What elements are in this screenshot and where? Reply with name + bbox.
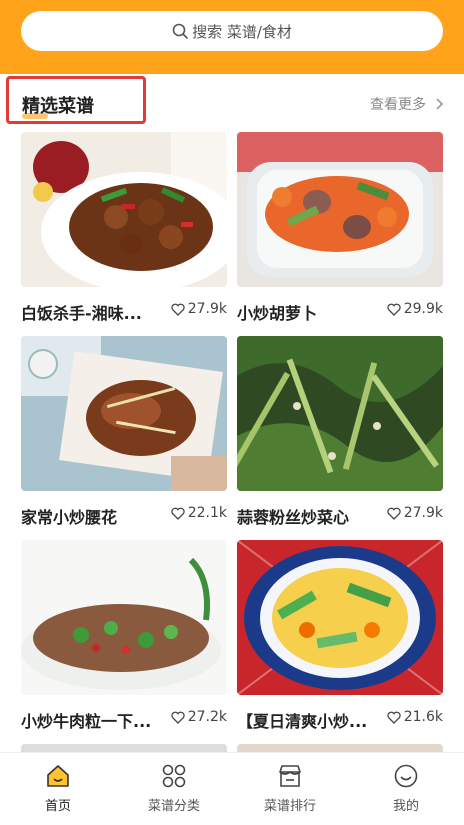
heart-icon bbox=[171, 711, 185, 724]
recipe-title: 小炒牛肉粒一下... bbox=[21, 712, 152, 731]
recipe-card[interactable]: 小炒牛肉粒一下... 27.2k bbox=[21, 540, 227, 731]
recipe-image-partial bbox=[21, 744, 227, 752]
top-bar: 搜索 菜谱/食材 bbox=[0, 0, 464, 74]
recipe-image bbox=[237, 132, 443, 287]
recipe-title: 小炒胡萝卜 bbox=[237, 304, 318, 323]
profile-icon bbox=[394, 764, 418, 788]
heart-icon bbox=[387, 711, 401, 724]
category-icon bbox=[162, 764, 186, 788]
recipe-image-partial bbox=[237, 744, 443, 752]
like-count[interactable]: 29.9k bbox=[387, 301, 443, 317]
recipe-image bbox=[237, 540, 443, 695]
recipe-image bbox=[21, 336, 227, 491]
recipe-title: 蒜蓉粉丝炒菜心 bbox=[237, 508, 350, 527]
view-more-link[interactable]: 查看更多 bbox=[370, 94, 444, 114]
recipe-title: 家常小炒腰花 bbox=[21, 508, 118, 527]
tab-ranking[interactable]: 菜谱排行 bbox=[232, 753, 348, 825]
recipe-card[interactable]: 小炒胡萝卜 29.9k bbox=[237, 132, 443, 323]
highlight-box bbox=[6, 76, 146, 124]
section-header: 精选菜谱 查看更多 bbox=[0, 74, 464, 130]
recipe-image bbox=[21, 540, 227, 695]
bottom-tab-bar: 首页 菜谱分类 菜谱排行 我的 bbox=[0, 752, 464, 825]
heart-icon bbox=[387, 507, 401, 520]
heart-icon bbox=[171, 507, 185, 520]
like-count-value: 21.6k bbox=[403, 709, 443, 725]
ranking-icon bbox=[279, 765, 301, 787]
recipe-image bbox=[237, 336, 443, 491]
tab-home[interactable]: 首页 bbox=[0, 753, 116, 825]
recipe-card[interactable]: 家常小炒腰花 22.1k bbox=[21, 336, 227, 527]
tab-home-label: 首页 bbox=[44, 799, 71, 814]
tab-ranking-label: 菜谱排行 bbox=[263, 799, 316, 814]
search-icon bbox=[172, 23, 188, 39]
like-count-value: 22.1k bbox=[187, 505, 227, 521]
recipe-title: 白饭杀手-湘味... bbox=[21, 304, 142, 323]
tab-category[interactable]: 菜谱分类 bbox=[116, 753, 232, 825]
recipe-card[interactable]: 蒜蓉粉丝炒菜心 27.9k bbox=[237, 336, 443, 527]
home-icon bbox=[47, 765, 69, 787]
recipe-image bbox=[21, 132, 227, 287]
heart-icon bbox=[171, 303, 185, 316]
view-more-label: 查看更多 bbox=[370, 97, 426, 113]
like-count[interactable]: 27.2k bbox=[171, 709, 227, 725]
like-count[interactable]: 27.9k bbox=[171, 301, 227, 317]
like-count-value: 27.2k bbox=[187, 709, 227, 725]
search-bar[interactable]: 搜索 菜谱/食材 bbox=[21, 11, 443, 51]
tab-category-label: 菜谱分类 bbox=[147, 799, 200, 814]
recipe-card[interactable]: 【夏日清爽小炒... 21.6k bbox=[237, 540, 443, 731]
recipe-title: 【夏日清爽小炒... bbox=[237, 712, 368, 731]
recipe-card[interactable]: 白饭杀手-湘味... 27.9k bbox=[21, 132, 227, 323]
tab-profile-label: 我的 bbox=[392, 799, 419, 814]
search-placeholder: 搜索 菜谱/食材 bbox=[192, 22, 292, 41]
tab-profile[interactable]: 我的 bbox=[348, 753, 464, 825]
like-count-value: 29.9k bbox=[403, 301, 443, 317]
like-count-value: 27.9k bbox=[187, 301, 227, 317]
like-count[interactable]: 22.1k bbox=[171, 505, 227, 521]
heart-icon bbox=[387, 303, 401, 316]
like-count[interactable]: 21.6k bbox=[387, 709, 443, 725]
chevron-right-icon bbox=[436, 98, 444, 110]
like-count-value: 27.9k bbox=[403, 505, 443, 521]
like-count[interactable]: 27.9k bbox=[387, 505, 443, 521]
